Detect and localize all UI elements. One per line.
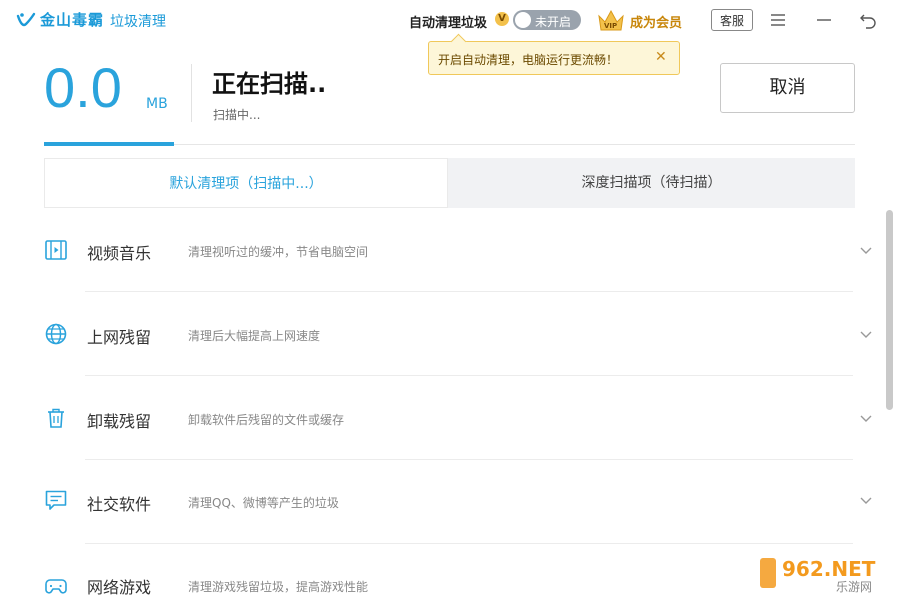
item-name: 卸载残留: [87, 412, 152, 431]
module-title: 垃圾清理: [110, 14, 166, 30]
watermark-logo: 962.NET 乐游网: [760, 557, 876, 594]
chat-icon: [45, 490, 67, 510]
item-description: 卸载软件后残留的文件或缓存: [188, 413, 345, 427]
scanned-size-value: 0.0: [44, 56, 122, 119]
trash-icon: [48, 408, 64, 428]
become-vip-button[interactable]: VIP 成为会员: [597, 6, 697, 34]
menu-icon[interactable]: [768, 10, 788, 30]
minimize-icon[interactable]: [814, 10, 834, 30]
globe-icon: [45, 323, 67, 345]
chevron-down-icon[interactable]: [858, 326, 874, 342]
list-item[interactable]: 卸载残留 卸载软件后残留的文件或缓存: [0, 376, 880, 460]
chevron-down-icon[interactable]: [858, 492, 874, 508]
gamepad-icon: [45, 579, 67, 594]
tab-deep-scan[interactable]: 深度扫描项（待扫描）: [448, 158, 855, 208]
title-bar: 金山毒霸 垃圾清理 自动清理垃圾 V 未开启 VIP 成为会员 客服: [0, 0, 900, 42]
customer-service-button[interactable]: 客服: [711, 9, 753, 31]
vip-mark-icon: V: [495, 12, 509, 26]
back-icon[interactable]: [858, 10, 878, 30]
scanned-size-unit: MB: [146, 96, 168, 112]
auto-clean-toggle[interactable]: 未开启: [513, 10, 581, 30]
auto-clean-tooltip: 开启自动清理，电脑运行更流畅！ ✕: [428, 33, 680, 75]
list-item[interactable]: 视频音乐 清理视听过的缓冲，节省电脑空间: [0, 208, 880, 292]
scan-status-title: 正在扫描..: [212, 70, 327, 98]
tab-default-items[interactable]: 默认清理项（扫描中...）: [44, 158, 448, 208]
summary-divider: [191, 64, 192, 122]
auto-clean-label: 自动清理垃圾: [409, 16, 488, 31]
scan-tabs: 默认清理项（扫描中...） 深度扫描项（待扫描）: [44, 158, 855, 208]
item-name: 上网残留: [87, 328, 152, 347]
film-icon: [45, 240, 67, 260]
toggle-knob: [515, 12, 531, 28]
watermark-sub: 乐游网: [836, 580, 872, 594]
item-description: 清理视听过的缓冲，节省电脑空间: [188, 245, 369, 259]
watermark-brand: 962.NET: [782, 557, 876, 581]
progress-indicator: [44, 142, 174, 146]
item-name: 社交软件: [87, 495, 152, 514]
item-name: 视频音乐: [87, 244, 152, 263]
scrollbar-thumb[interactable]: [886, 210, 893, 410]
vip-crown-text: VIP: [604, 22, 617, 30]
toggle-state-label: 未开启: [535, 15, 572, 29]
list-item[interactable]: 上网残留 清理后大幅提高上网速度: [0, 292, 880, 376]
item-description: 清理后大幅提高上网速度: [188, 329, 321, 343]
cancel-button[interactable]: 取消: [720, 63, 855, 113]
item-name: 网络游戏: [87, 578, 152, 597]
app-logo-icon: [16, 12, 36, 27]
tooltip-close-icon[interactable]: ✕: [655, 49, 667, 65]
vip-label: 成为会员: [630, 16, 683, 31]
vip-crown-icon: VIP: [598, 9, 624, 31]
item-description: 清理QQ、微博等产生的垃圾: [188, 496, 339, 510]
scan-status-subtitle: 扫描中...: [213, 108, 261, 122]
chevron-down-icon[interactable]: [858, 410, 874, 426]
chevron-down-icon[interactable]: [858, 242, 874, 258]
list-item[interactable]: 网络游戏 清理游戏残留垃圾，提高游戏性能: [0, 544, 880, 600]
list-item[interactable]: 社交软件 清理QQ、微博等产生的垃圾: [0, 460, 880, 544]
item-description: 清理游戏残留垃圾，提高游戏性能: [188, 580, 369, 594]
app-brand: 金山毒霸: [40, 11, 105, 29]
tooltip-text: 开启自动清理，电脑运行更流畅！: [438, 53, 619, 67]
